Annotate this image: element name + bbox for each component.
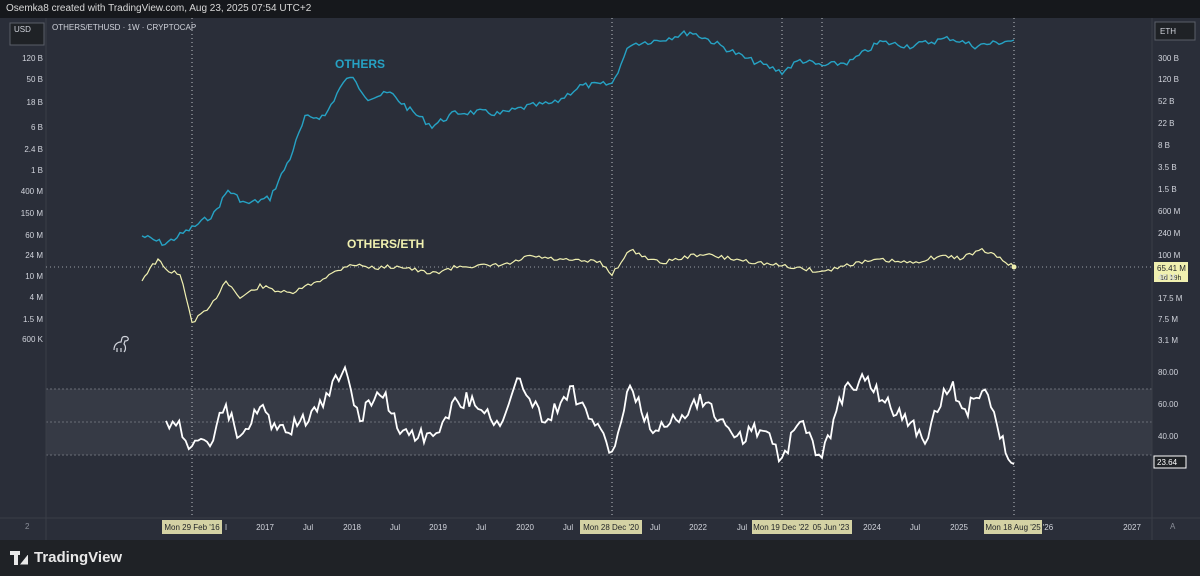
left-axis-tick: 600 K <box>22 335 44 344</box>
right-axis-tick: 40 M <box>1158 273 1176 282</box>
time-axis-tick: Jul <box>737 523 747 532</box>
time-axis-tick: 2024 <box>863 523 881 532</box>
axis-corner-left[interactable]: 2 <box>25 522 30 531</box>
oscillator-axis-tick: 80.00 <box>1158 368 1179 377</box>
others-eth-series-line <box>141 247 1015 324</box>
time-axis-tick: Jul <box>650 523 660 532</box>
credit-bar: Osemka8 created with TradingView.com, Au… <box>0 0 1200 18</box>
right-axis-tick: 120 B <box>1158 75 1179 84</box>
left-axis-tick: 120 B <box>22 54 43 63</box>
time-axis-tick: 2025 <box>950 523 968 532</box>
left-axis-tick: 18 B <box>27 98 43 107</box>
date-tag: Mon 28 Dec '20 <box>583 523 639 532</box>
others-eth-label: OTHERS/ETH <box>347 237 424 251</box>
left-axis-tick: 2.4 B <box>24 145 43 154</box>
left-axis-tick: 6 B <box>31 123 43 132</box>
time-axis-tick: Jul <box>563 523 573 532</box>
left-axis-tick: 150 M <box>21 209 44 218</box>
oscillator-axis-tick: 60.00 <box>1158 400 1179 409</box>
right-axis-tick: 8 B <box>1158 141 1170 150</box>
right-axis-tick: 100 M <box>1158 251 1181 260</box>
tradingview-brand[interactable]: TradingView <box>10 549 122 566</box>
right-axis-tick: 22 B <box>1158 119 1174 128</box>
date-tag: Mon 18 Aug '25 <box>985 523 1041 532</box>
left-price-axis[interactable]: 120 B 50 B 18 B 6 B 2.4 B 1 B 400 M 150 M 60 M 24… <box>21 54 44 344</box>
right-axis-tick: 3.1 M <box>1158 336 1178 345</box>
time-axis-tick: 2017 <box>256 523 274 532</box>
symbol-title: OTHERS/ETHUSD · 1W · CRYPTOCAP <box>52 23 196 32</box>
tradingview-logo-icon <box>10 550 28 565</box>
time-axis-tick-partial: l <box>225 523 227 532</box>
right-axis-tick: 52 B <box>1158 97 1174 106</box>
others-series-line <box>141 30 1015 247</box>
left-axis-tick: 10 M <box>25 272 43 281</box>
date-tag: Mon 19 Dec '22 <box>753 523 809 532</box>
time-axis-tick: Jul <box>476 523 486 532</box>
chart-canvas[interactable]: OTHERS OTHERS/ETH OTHERS/ETHUSD · 1W · C… <box>0 18 1200 540</box>
left-axis-tick: 1.5 M <box>23 315 43 324</box>
oscillator-tag-value: 23.64 <box>1157 458 1178 467</box>
left-axis-tick: 24 M <box>25 251 43 260</box>
time-axis-tick: 2027 <box>1123 523 1141 532</box>
right-axis-tick: 300 B <box>1158 54 1179 63</box>
date-tag: Mon 29 Feb '16 <box>164 523 220 532</box>
credit-text: Osemka8 created with TradingView.com, Au… <box>6 3 312 14</box>
others-eth-last-point <box>1011 264 1017 270</box>
oscillator-axis[interactable]: 80.00 60.00 40.00 <box>1158 368 1179 441</box>
right-axis-tick: 7.5 M <box>1158 315 1178 324</box>
right-currency: ETH <box>1160 27 1176 36</box>
time-axis-tick: 2018 <box>343 523 361 532</box>
axis-corner-right[interactable]: A <box>1170 522 1176 531</box>
chart-area[interactable]: OTHERS OTHERS/ETH OTHERS/ETHUSD · 1W · C… <box>0 18 1200 540</box>
time-axis-tick-partial: '26 <box>1043 523 1054 532</box>
left-axis-tick: 50 B <box>27 75 43 84</box>
right-axis-tick: 600 M <box>1158 207 1181 216</box>
left-axis-tick: 400 M <box>21 187 44 196</box>
right-axis-tick: 1.5 B <box>1158 185 1177 194</box>
time-axis-tick: 2022 <box>689 523 707 532</box>
others-label: OTHERS <box>335 57 385 71</box>
date-tag: 05 Jun '23 <box>813 523 850 532</box>
brand-name: TradingView <box>34 549 123 566</box>
left-currency: USD <box>14 25 31 34</box>
time-axis-tick: Jul <box>910 523 920 532</box>
right-axis-tick: 3.5 B <box>1158 163 1177 172</box>
price-tag-value: 65.41 M <box>1157 264 1186 273</box>
right-axis-tick: 17.5 M <box>1158 294 1183 303</box>
left-axis-tick: 60 M <box>25 231 43 240</box>
time-axis-tick: Jul <box>390 523 400 532</box>
oscillator-axis-tick: 40.00 <box>1158 432 1179 441</box>
time-axis-tick: Jul <box>303 523 313 532</box>
left-axis-tick: 1 B <box>31 166 43 175</box>
right-price-axis[interactable]: 300 B 120 B 52 B 22 B 8 B 3.5 B 1.5 B 600 M 240 … <box>1158 54 1183 345</box>
footer: TradingView <box>0 540 1200 576</box>
time-axis-tick: 2019 <box>429 523 447 532</box>
dino-icon <box>113 335 129 353</box>
time-axis-tick: 2020 <box>516 523 534 532</box>
right-axis-tick: 240 M <box>1158 229 1181 238</box>
left-axis-tick: 4 M <box>30 293 44 302</box>
